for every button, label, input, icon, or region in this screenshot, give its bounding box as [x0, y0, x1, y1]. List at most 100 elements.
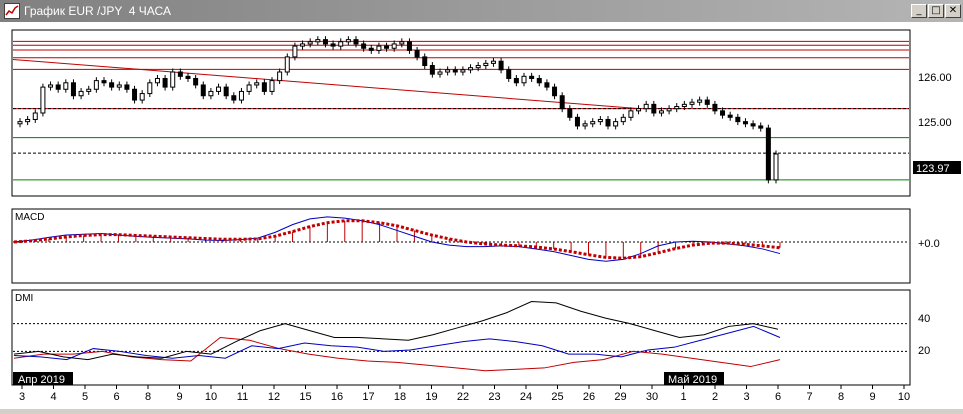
candle [32, 112, 38, 120]
macd-zero-label: +0.0 [918, 238, 940, 250]
candle [498, 60, 504, 71]
date-label: 30 [646, 391, 658, 403]
date-label: 12 [268, 391, 280, 403]
candle [490, 60, 496, 64]
minimize-button[interactable]: _ [911, 4, 927, 18]
date-label: 29 [614, 391, 626, 403]
dmi-tick-label: 20 [918, 345, 930, 357]
candle [261, 82, 267, 92]
candle [574, 116, 580, 127]
candle [475, 65, 481, 69]
date-label: 17 [362, 391, 374, 403]
candle [582, 123, 588, 127]
candle [666, 108, 672, 112]
close-button[interactable]: ✕ [945, 4, 961, 18]
candle [139, 93, 145, 101]
candle [758, 125, 764, 129]
candle [376, 45, 382, 51]
candle [414, 49, 420, 58]
candle [55, 84, 61, 90]
candle [78, 90, 84, 97]
candle [300, 43, 306, 47]
candle [292, 45, 298, 58]
date-label: 4 [50, 391, 56, 403]
candle [101, 80, 107, 84]
candle [208, 90, 214, 97]
date-label: 10 [898, 391, 910, 403]
candle [567, 108, 573, 118]
candle [643, 103, 649, 110]
macd-title: MACD [15, 212, 44, 223]
candle [536, 77, 542, 84]
candle [483, 62, 489, 67]
candle [162, 77, 168, 88]
chart-app-icon [4, 3, 20, 19]
date-label: 5 [82, 391, 88, 403]
candle [391, 43, 397, 49]
candle [223, 86, 229, 97]
candle [590, 121, 596, 125]
date-axis: 3 4 5 6 8 9 10 11 12 15 16 17 18 19 22 23 24 25 26 29 30 1 2 3 6… [19, 385, 910, 403]
dmi-tick-label: 40 [918, 313, 930, 325]
candle [681, 103, 687, 108]
candle [147, 82, 153, 95]
candle [559, 95, 565, 110]
candle [460, 69, 466, 73]
candle [468, 67, 474, 71]
date-label: 15 [299, 391, 311, 403]
candle [25, 118, 31, 123]
chart-canvas: 3 4 5 6 8 9 10 11 12 15 16 17 18 19 22 23 24 25 26 29 30 1 2 3 6… [11, 29, 961, 403]
candle [674, 106, 680, 110]
candle [704, 99, 710, 105]
candle [636, 108, 642, 112]
candle [361, 43, 367, 49]
candle [40, 86, 46, 114]
candle [193, 77, 199, 86]
candle [246, 84, 252, 92]
maximize-button[interactable]: □ [928, 4, 944, 18]
candle [429, 65, 435, 75]
date-label: 16 [331, 391, 343, 403]
candle [658, 110, 664, 114]
candle [628, 110, 634, 118]
window-title: График EUR /JPY 4 ЧАСА [24, 4, 171, 18]
candle [216, 86, 222, 92]
candle [284, 56, 290, 73]
dmi-panel [11, 289, 911, 386]
date-label: 2 [712, 391, 718, 403]
date-label: 19 [425, 391, 437, 403]
candle [689, 101, 695, 105]
date-label: 18 [394, 391, 406, 403]
date-label: 8 [838, 391, 844, 403]
dmi-title: DMI [15, 293, 33, 304]
candle [651, 103, 657, 114]
candle [154, 77, 160, 84]
candle [697, 99, 703, 103]
date-label: 6 [113, 391, 119, 403]
date-label: 26 [583, 391, 595, 403]
candle [452, 69, 458, 73]
candle [735, 116, 741, 123]
candle [185, 75, 191, 79]
date-label: 9 [176, 391, 182, 403]
date-label: 8 [145, 391, 151, 403]
candle [712, 103, 718, 112]
date-label: 7 [806, 391, 812, 403]
current-price-label: 123.97 [916, 163, 950, 175]
candle [132, 88, 138, 101]
chart-window: График EUR /JPY 4 ЧАСА _ □ ✕ 3 4 5 6 8 9 10 11 1… [0, 0, 963, 409]
candle [63, 82, 69, 90]
month-label-may: Май 2019 [668, 374, 717, 386]
candle [750, 123, 756, 127]
chart-area: 3 4 5 6 8 9 10 11 12 15 16 17 18 19 22 23 24 25 26 29 30 1 2 3 6… [0, 22, 963, 409]
candle [277, 71, 283, 82]
candle [70, 82, 76, 97]
candle [238, 90, 244, 101]
candle [406, 41, 412, 51]
month-label-april: Апр 2019 [18, 374, 65, 386]
candle [399, 41, 405, 45]
candle [338, 41, 344, 47]
title-bar[interactable]: График EUR /JPY 4 ЧАСА _ □ ✕ [0, 0, 963, 22]
candle [605, 118, 611, 127]
candle [422, 56, 428, 67]
